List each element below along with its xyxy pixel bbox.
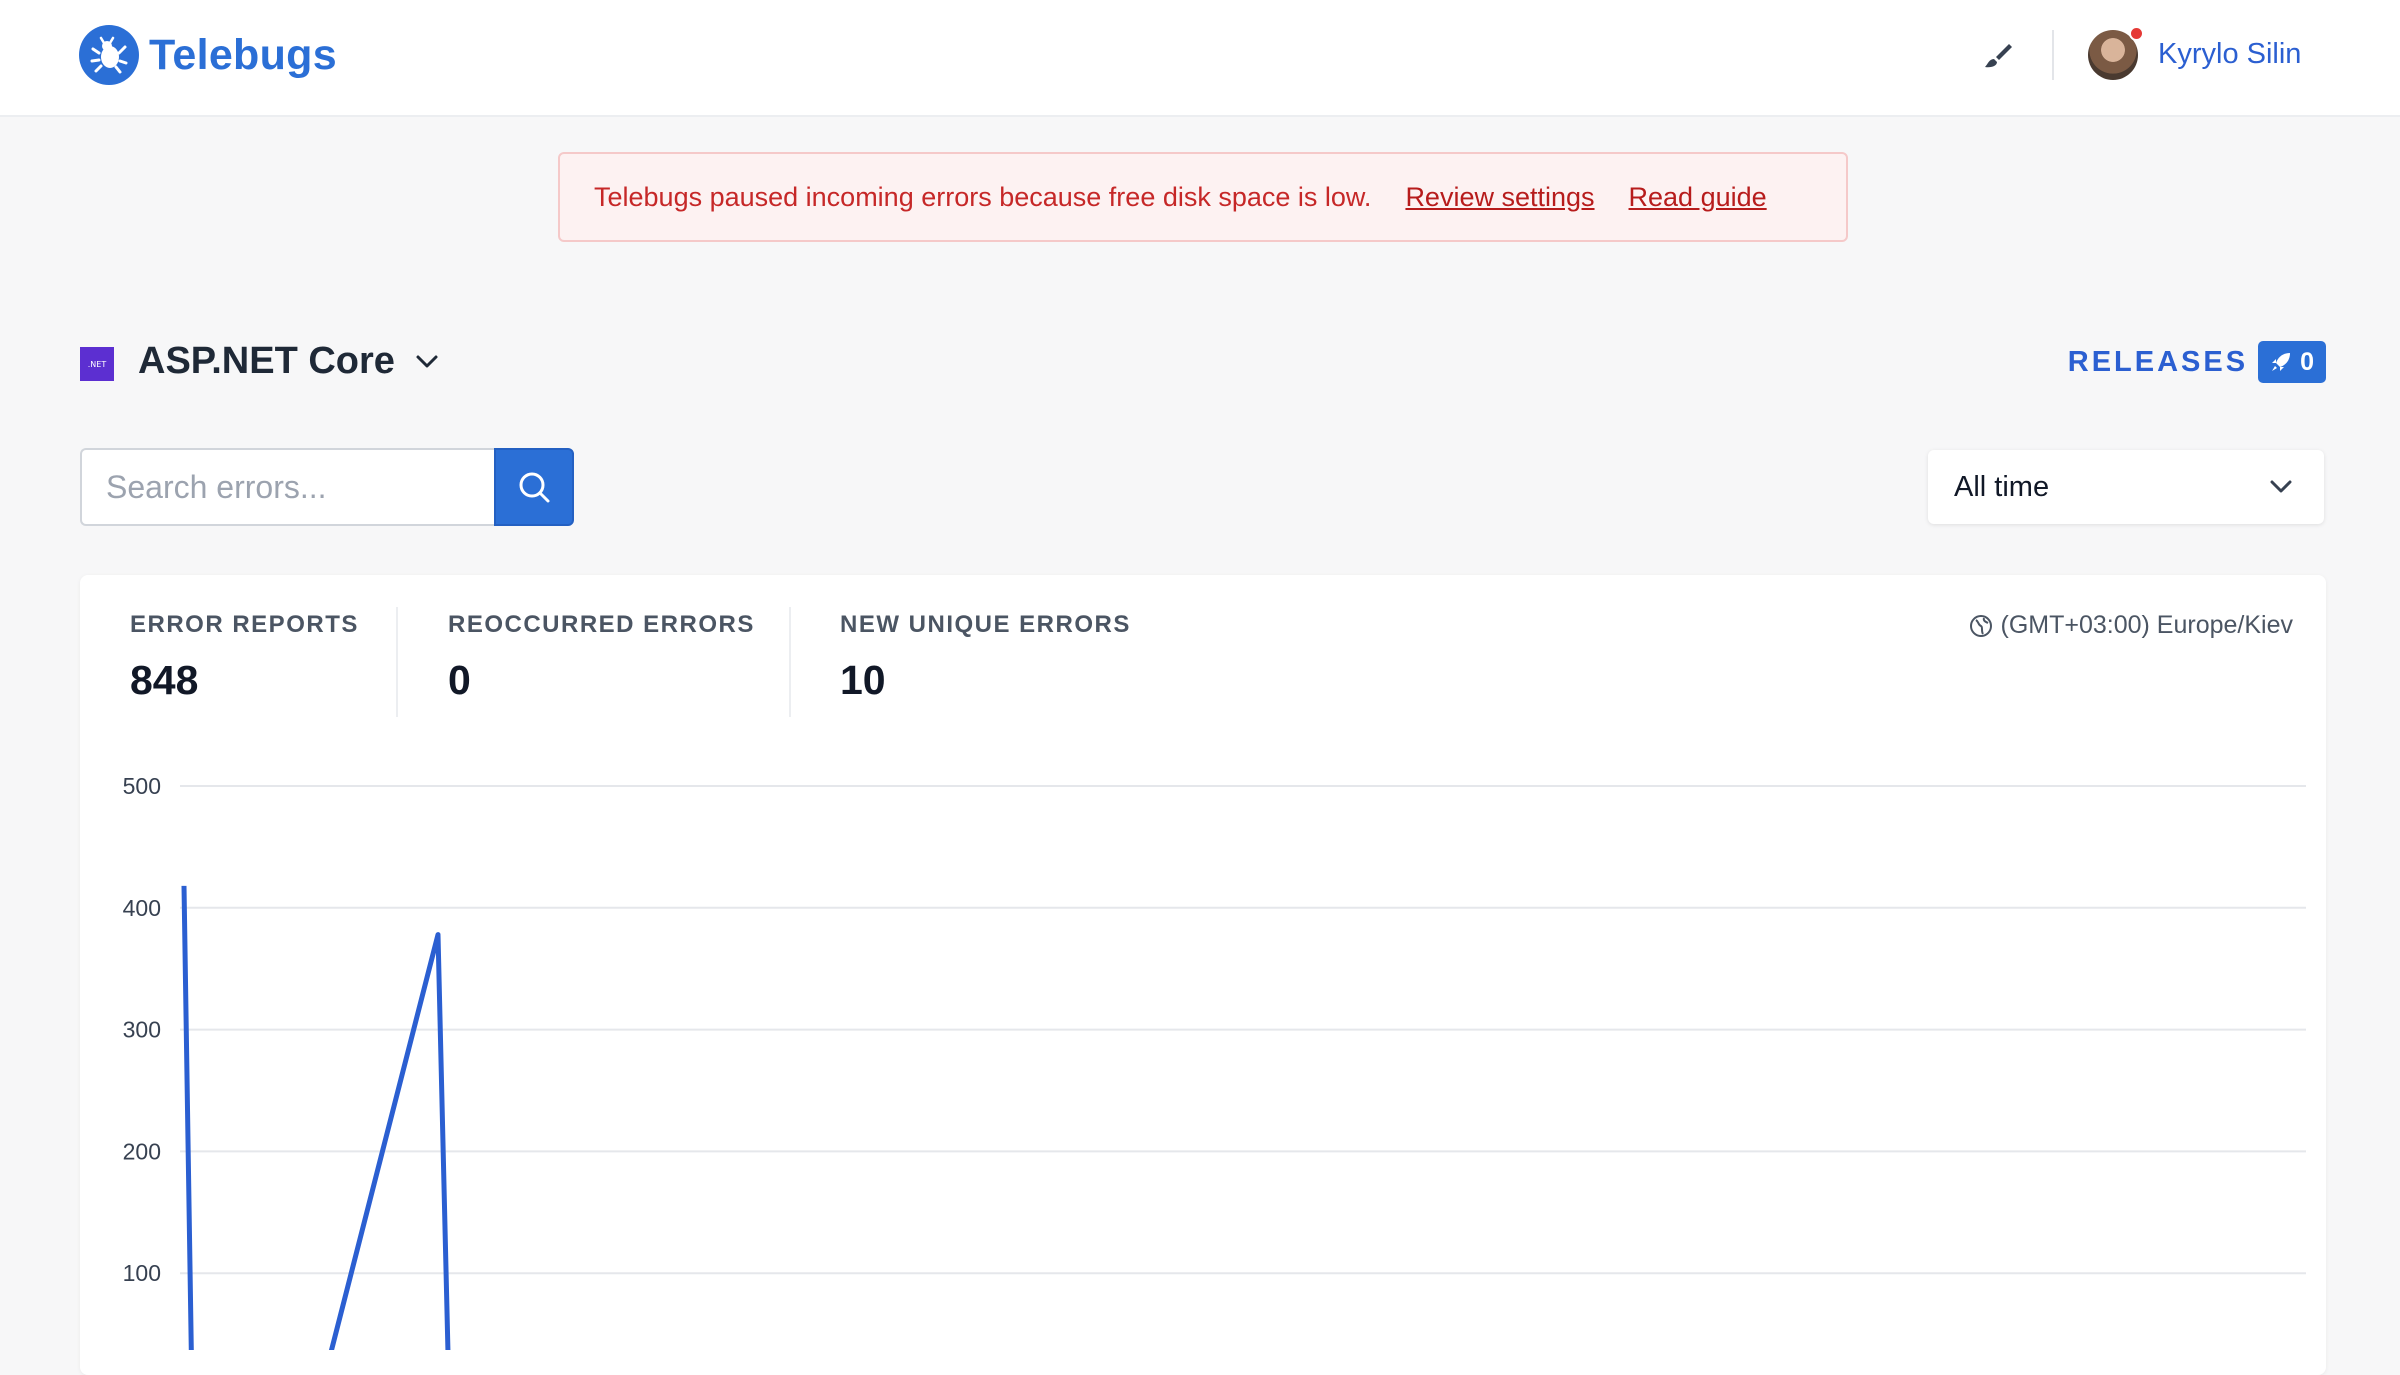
review-settings-link[interactable]: Review settings — [1405, 182, 1594, 213]
search-icon — [517, 470, 551, 504]
project-name[interactable]: ASP.NET Core — [138, 340, 395, 383]
y-tick-label: 100 — [123, 1260, 161, 1286]
top-bar: Telebugs Kyrylo Silin — [0, 0, 2400, 117]
search-button[interactable] — [494, 448, 574, 526]
paintbrush-icon — [1982, 40, 2014, 72]
search-bar — [80, 448, 574, 526]
chevron-down-icon — [2268, 478, 2294, 496]
y-tick-label: 300 — [123, 1017, 161, 1043]
stats-card: ERROR REPORTS 848 REOCCURRED ERRORS 0 NE… — [80, 575, 2326, 1375]
user-avatar[interactable] — [2088, 30, 2138, 80]
project-icon-text: .NET — [88, 360, 106, 369]
series-line — [184, 886, 670, 1350]
header-divider — [2052, 30, 2054, 80]
alert-message: Telebugs paused incoming errors because … — [594, 182, 1371, 213]
bug-logo-icon — [79, 25, 139, 85]
theme-brush-button[interactable] — [1978, 36, 2018, 76]
notification-dot — [2129, 26, 2144, 41]
time-range-select[interactable]: All time — [1928, 450, 2324, 524]
y-tick-label: 200 — [123, 1138, 161, 1164]
time-range-value: All time — [1954, 471, 2049, 504]
dotnet-project-icon: .NET — [80, 347, 114, 381]
y-tick-label: 400 — [123, 895, 161, 921]
read-guide-link[interactable]: Read guide — [1629, 182, 1767, 213]
releases-label: RELEASES — [2068, 346, 2248, 379]
y-tick-label: 500 — [123, 773, 161, 799]
releases-link[interactable]: RELEASES 0 — [2068, 341, 2326, 383]
error-reports-chart: 100 200 300 400 500 — [80, 575, 2326, 1350]
app-name: Telebugs — [149, 31, 337, 80]
app-logo[interactable]: Telebugs — [79, 25, 337, 85]
releases-count: 0 — [2300, 348, 2314, 377]
rocket-icon — [2270, 351, 2292, 373]
releases-badge: 0 — [2258, 341, 2326, 383]
project-switcher-chevron-icon[interactable] — [413, 352, 441, 377]
user-menu-link[interactable]: Kyrylo Silin — [2158, 38, 2301, 71]
disk-space-alert: Telebugs paused incoming errors because … — [558, 152, 1848, 242]
search-input[interactable] — [80, 448, 494, 526]
